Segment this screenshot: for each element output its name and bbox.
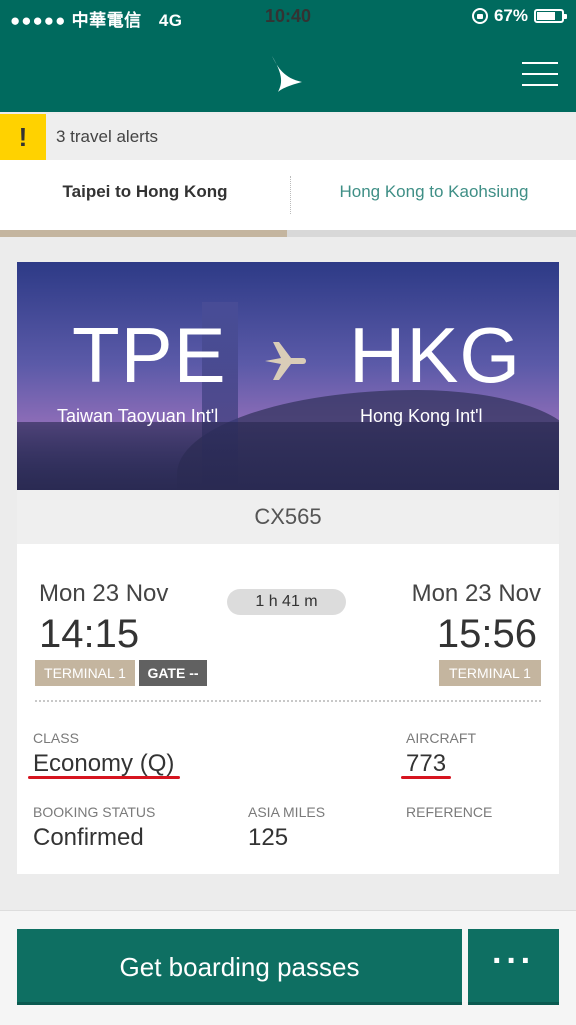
asia-miles-value: 125 xyxy=(248,824,289,851)
menu-line xyxy=(522,62,558,64)
aircraft-underline xyxy=(401,776,451,779)
departure-time: 14:15 xyxy=(39,612,140,656)
cathay-brushwing-logo-icon xyxy=(272,56,302,92)
booking-status-label: BOOKING STATUS xyxy=(33,804,156,820)
class-underline xyxy=(28,776,180,779)
travel-alerts-bar[interactable]: ! 3 travel alerts xyxy=(0,114,576,160)
booking-status-value: Confirmed xyxy=(33,824,144,851)
status-right: 67% xyxy=(471,6,567,26)
flight-number: CX565 xyxy=(17,490,559,544)
app-header: ●●●●● 中華電信 4G 10:40 67% xyxy=(0,0,576,112)
get-boarding-passes-button[interactable]: Get boarding passes xyxy=(17,929,462,1005)
hero-background-city xyxy=(17,422,559,490)
hamburger-menu-icon[interactable] xyxy=(522,60,558,88)
flight-duration-badge: 1 h 41 m xyxy=(227,589,346,615)
airplane-icon xyxy=(265,342,306,380)
destination-code: HKG xyxy=(349,311,522,399)
arrival-terminal-badge: TERMINAL 1 xyxy=(439,660,541,686)
more-options-button[interactable]: ··· xyxy=(468,929,559,1005)
tab-indicator-track xyxy=(0,230,576,237)
rotation-lock-icon xyxy=(471,8,488,24)
tab-hong-kong-to-kaohsiung[interactable]: Hong Kong to Kaohsiung xyxy=(292,160,576,230)
gate-badge: GATE -- xyxy=(139,660,207,686)
menu-line xyxy=(522,84,558,86)
details-divider xyxy=(35,700,541,702)
route-tabs: Taipei to Hong Kong Hong Kong to Kaohsiu… xyxy=(0,160,576,237)
departure-date: Mon 23 Nov xyxy=(39,580,169,607)
tab-taipei-to-hong-kong[interactable]: Taipei to Hong Kong xyxy=(0,160,290,230)
menu-line xyxy=(522,73,558,75)
route-hero-image: TPE HKG Taiwan Taoyuan Int'l Hong Kong I… xyxy=(17,262,559,490)
origin-airport-name: Taiwan Taoyuan Int'l xyxy=(57,406,219,426)
class-label: CLASS xyxy=(33,730,79,746)
aircraft-value: 773 xyxy=(406,750,447,777)
reference-label: REFERENCE xyxy=(406,804,493,820)
warning-icon: ! xyxy=(0,114,46,160)
arrival-date: Mon 23 Nov xyxy=(411,580,541,607)
battery-percent: 67% xyxy=(493,6,528,25)
class-value: Economy (Q) xyxy=(33,750,175,777)
destination-airport-name: Hong Kong Int'l xyxy=(360,406,483,426)
status-bar: ●●●●● 中華電信 4G 10:40 67% xyxy=(0,0,576,34)
flight-card: TPE HKG Taiwan Taoyuan Int'l Hong Kong I… xyxy=(17,262,559,874)
tab-divider xyxy=(290,176,291,214)
arrival-time: 15:56 xyxy=(436,612,537,656)
travel-alerts-text: 3 travel alerts xyxy=(56,127,159,146)
battery-icon xyxy=(534,9,567,23)
tab-active-indicator xyxy=(0,230,287,237)
aircraft-label: AIRCRAFT xyxy=(406,730,476,746)
departure-terminal-badge: TERMINAL 1 xyxy=(35,660,135,686)
origin-code: TPE xyxy=(72,311,227,399)
asia-miles-label: ASIA MILES xyxy=(248,804,326,820)
